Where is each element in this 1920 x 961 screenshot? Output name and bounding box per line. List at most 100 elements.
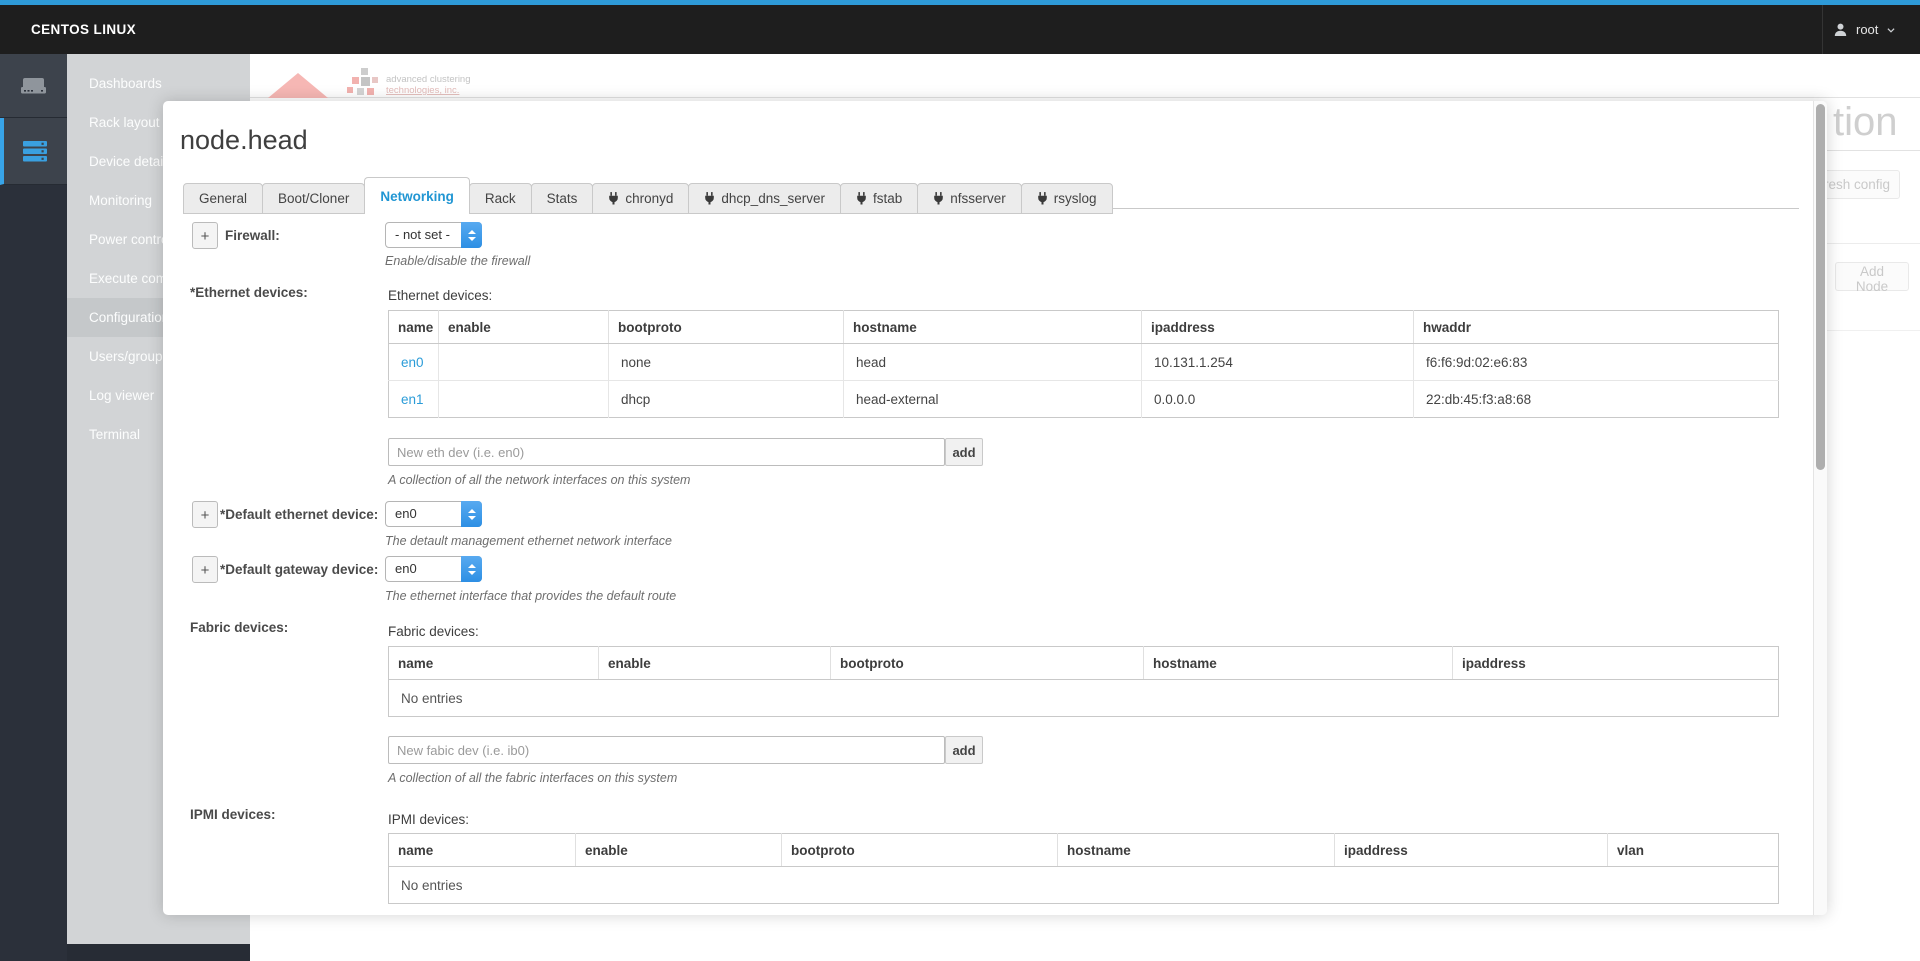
sidebar-item-dashboards[interactable]: Dashboards: [67, 64, 250, 103]
tab-label: nfsserver: [950, 183, 1006, 214]
tab-fstab[interactable]: fstab: [840, 183, 918, 214]
svg-text:technologies, inc.: technologies, inc.: [386, 85, 459, 96]
svg-text:advanced clustering: advanced clustering: [386, 74, 471, 85]
column-header-enable: enable: [599, 647, 831, 680]
tab-label: Networking: [380, 181, 454, 212]
ethernet-table-caption: Ethernet devices:: [388, 288, 492, 303]
add-node-button[interactable]: Add Node: [1835, 262, 1909, 291]
sidebar-icon-devices[interactable]: [0, 118, 67, 185]
tab-stats[interactable]: Stats: [531, 183, 594, 214]
fabric-devices-label: Fabric devices:: [190, 620, 288, 635]
firewall-help: Enable/disable the firewall: [385, 254, 530, 268]
table-row-empty: No entries: [389, 680, 1779, 717]
new-fabric-dev-input[interactable]: [388, 736, 945, 764]
tab-dhcp-dns-server[interactable]: dhcp_dns_server: [688, 183, 841, 214]
cell-hostname: head-external: [844, 381, 1142, 418]
icon-rail: [0, 54, 67, 961]
default-ethernet-select-value: en0: [395, 502, 417, 526]
firewall-select[interactable]: - not set -: [385, 222, 482, 248]
plug-icon: [704, 192, 715, 205]
column-header-hostname: hostname: [844, 311, 1142, 344]
default-ethernet-expand-button[interactable]: +: [192, 501, 218, 528]
tab-nfsserver[interactable]: nfsserver: [917, 183, 1022, 214]
rack-icon: [23, 141, 49, 162]
fabric-table-caption: Fabric devices:: [388, 624, 479, 639]
ethernet-devices-table: nameenablebootprotohostnameipaddresshwad…: [388, 310, 1779, 418]
modal-title: node.head: [180, 125, 308, 156]
new-eth-dev-input[interactable]: [388, 438, 945, 466]
default-ethernet-select[interactable]: en0: [385, 501, 482, 527]
default-gateway-expand-button[interactable]: +: [192, 556, 218, 583]
chevron-down-icon: [1887, 26, 1895, 34]
firewall-select-value: - not set -: [395, 223, 450, 247]
column-header-ipaddress: ipaddress: [1142, 311, 1414, 344]
column-header-hostname: hostname: [1058, 834, 1335, 867]
cell-hostname: head: [844, 344, 1142, 381]
default-gateway-select[interactable]: en0: [385, 556, 482, 582]
no-entries-cell: No entries: [389, 680, 1779, 717]
user-icon: [1834, 23, 1847, 37]
ethernet-devices-label: *Ethernet devices:: [190, 285, 308, 300]
tab-boot-cloner[interactable]: Boot/Cloner: [262, 183, 365, 214]
background-divider: [1827, 330, 1920, 331]
column-header-enable: enable: [576, 834, 782, 867]
column-header-name: name: [389, 311, 439, 344]
column-header-name: name: [389, 834, 576, 867]
tab-label: chronyd: [625, 183, 673, 214]
tab-chronyd[interactable]: chronyd: [592, 183, 689, 214]
ipmi-table-caption: IPMI devices:: [388, 812, 469, 827]
cell-ipaddress: 10.131.1.254: [1142, 344, 1414, 381]
add-fabric-dev-button[interactable]: add: [945, 736, 983, 764]
device-link[interactable]: en0: [401, 355, 424, 370]
cell-enable: [439, 381, 609, 418]
tab-networking[interactable]: Networking: [364, 177, 470, 214]
sidebar-icon-dashboard[interactable]: [0, 54, 67, 118]
background-divider: [250, 97, 1920, 98]
column-header-name: name: [389, 647, 599, 680]
add-eth-dev-button[interactable]: add: [945, 438, 983, 466]
topbar-divider: [1822, 5, 1823, 54]
cell-enable: [439, 344, 609, 381]
plug-icon: [933, 192, 944, 205]
background-page-heading: tion: [1833, 100, 1898, 145]
column-header-vlan: vlan: [1608, 834, 1779, 867]
cell-ipaddress: 0.0.0.0: [1142, 381, 1414, 418]
tab-label: rsyslog: [1054, 183, 1097, 214]
user-menu[interactable]: root: [1834, 5, 1895, 54]
column-header-hwaddr: hwaddr: [1414, 311, 1779, 344]
column-header-bootproto: bootproto: [609, 311, 844, 344]
device-link[interactable]: en1: [401, 392, 424, 407]
advanced-clustering-logo: advanced clustering technologies, inc.: [262, 60, 472, 102]
tab-label: Stats: [547, 183, 578, 214]
tab-label: dhcp_dns_server: [721, 183, 825, 214]
tab-label: Boot/Cloner: [278, 183, 349, 214]
ethernet-help: A collection of all the network interfac…: [388, 473, 690, 487]
background-divider: [1827, 243, 1920, 244]
table-row: en0nonehead10.131.1.254f6:f6:9d:02:e6:83: [389, 344, 1779, 381]
column-header-bootproto: bootproto: [831, 647, 1144, 680]
cell-name: en0: [389, 344, 439, 381]
screen: advanced clustering technologies, inc. t…: [0, 0, 1920, 961]
table-row: en1dhcphead-external0.0.0.022:db:45:f3:a…: [389, 381, 1779, 418]
firewall-expand-button[interactable]: +: [192, 222, 218, 249]
tab-label: Rack: [485, 183, 516, 214]
ipmi-devices-table: nameenablebootprotohostnameipaddressvlan…: [388, 833, 1779, 904]
tab-label: fstab: [873, 183, 902, 214]
ipmi-devices-label: IPMI devices:: [190, 807, 276, 822]
column-header-hostname: hostname: [1144, 647, 1453, 680]
plug-icon: [608, 192, 619, 205]
tab-rack[interactable]: Rack: [469, 183, 532, 214]
default-gateway-help: The ethernet interface that provides the…: [385, 589, 676, 603]
tab-label: General: [199, 183, 247, 214]
firewall-label: Firewall:: [225, 228, 280, 243]
select-stepper-icon: [461, 556, 482, 582]
tab-rsyslog[interactable]: rsyslog: [1021, 183, 1113, 214]
background-divider: [1827, 150, 1920, 151]
modal-scrollbar[interactable]: [1813, 101, 1827, 915]
default-ethernet-help: The detault management ethernet network …: [385, 534, 672, 548]
select-stepper-icon: [461, 222, 482, 248]
cell-name: en1: [389, 381, 439, 418]
top-bar: CENTOS LINUX root: [0, 0, 1920, 54]
tab-general[interactable]: General: [183, 183, 263, 214]
scrollbar-thumb[interactable]: [1816, 104, 1825, 470]
